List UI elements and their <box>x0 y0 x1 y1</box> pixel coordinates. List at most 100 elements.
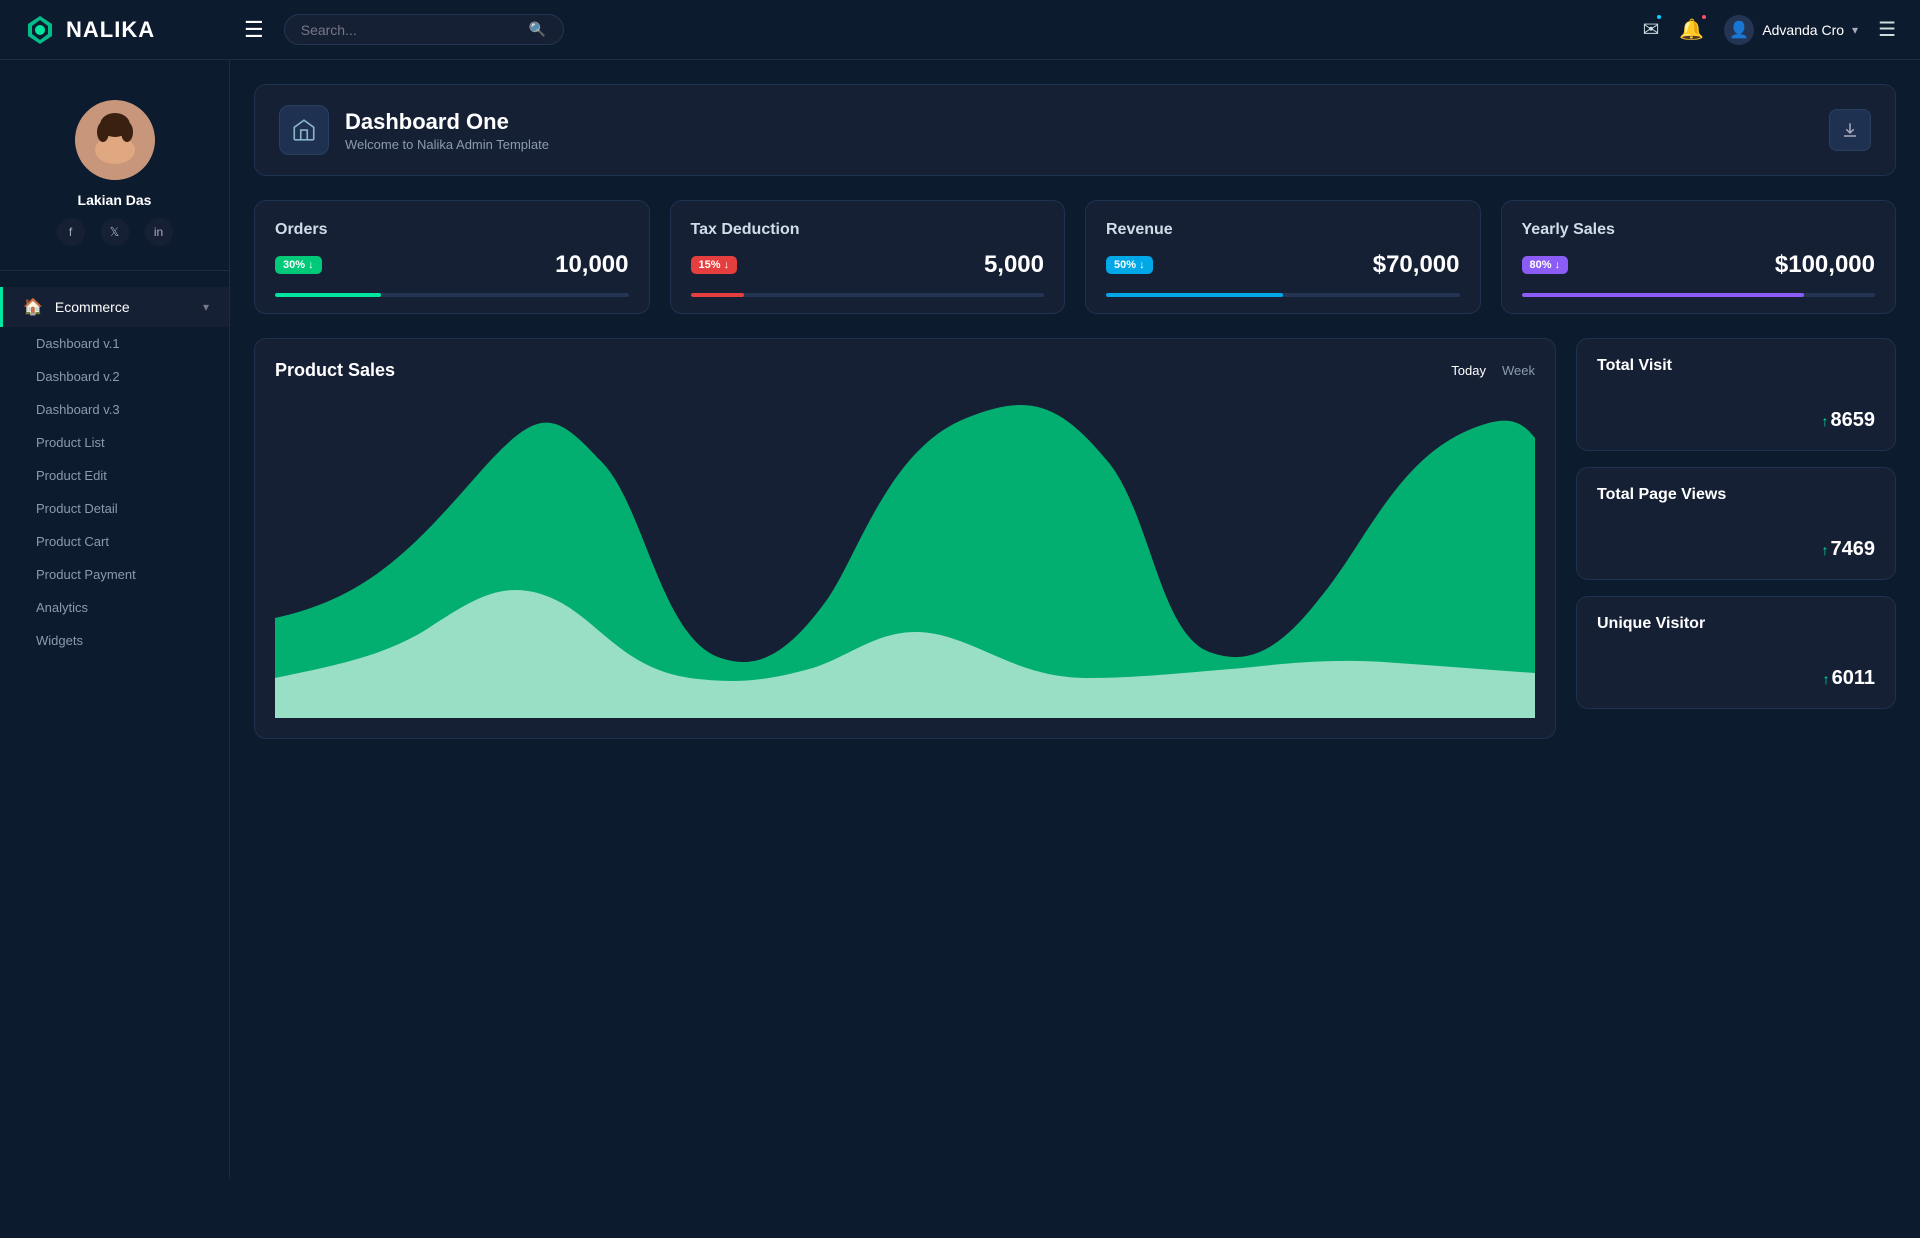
menu-lines-icon[interactable]: ☰ <box>1878 17 1896 42</box>
metric-card-header: Total Visit <box>1597 357 1875 375</box>
metric-arrow: ↑ <box>1822 413 1829 429</box>
sidebar-item-analytics[interactable]: Analytics <box>0 591 229 624</box>
mini-bars <box>1597 387 1627 432</box>
stat-bar-track <box>275 293 629 297</box>
stat-card-row: 50% ↓ $70,000 <box>1106 251 1460 279</box>
stat-bar-fill <box>1106 293 1283 297</box>
metric-arrow: ↑ <box>1822 542 1829 558</box>
metric-title: Unique Visitor <box>1597 615 1705 633</box>
stat-badge: 50% ↓ <box>1106 256 1153 274</box>
chart-card: Product Sales Today Week <box>254 338 1556 739</box>
sidebar-item-label: Ecommerce <box>55 299 203 315</box>
sidebar-item-dashboard-v3[interactable]: Dashboard v.3 <box>0 393 229 426</box>
sidebar-item-ecommerce[interactable]: 🏠 Ecommerce ▾ <box>0 287 229 327</box>
sidebar-user-name: Lakian Das <box>20 192 209 208</box>
header-text: Dashboard One Welcome to Nalika Admin Te… <box>345 109 549 152</box>
stat-value: $70,000 <box>1373 251 1460 279</box>
stat-bar-fill <box>1522 293 1805 297</box>
social-icons: f 𝕏 in <box>20 218 209 246</box>
tab-week[interactable]: Week <box>1502 359 1535 382</box>
metric-card-header: Unique Visitor <box>1597 615 1875 633</box>
user-profile: Lakian Das f 𝕏 in <box>0 84 229 271</box>
sidebar-sub-label: Dashboard v.1 <box>36 336 120 351</box>
stat-bar-fill <box>691 293 744 297</box>
stat-card-0: Orders 30% ↓ 10,000 <box>254 200 650 314</box>
sidebar-item-product-list[interactable]: Product List <box>0 426 229 459</box>
stat-cards: Orders 30% ↓ 10,000 Tax Deduction 15% ↓ … <box>254 200 1896 314</box>
sidebar-sub-label: Product Cart <box>36 534 109 549</box>
stat-value: 10,000 <box>555 251 628 279</box>
metric-title: Total Visit <box>1597 357 1672 375</box>
sidebar-item-product-payment[interactable]: Product Payment <box>0 558 229 591</box>
stat-badge: 15% ↓ <box>691 256 738 274</box>
chart-tabs: Today Week <box>1451 359 1535 382</box>
search-icon: 🔍 <box>529 21 546 38</box>
logo-icon <box>24 14 56 46</box>
sidebar-item-product-edit[interactable]: Product Edit <box>0 459 229 492</box>
user-menu[interactable]: 👤 Advanda Cro ▾ <box>1724 15 1858 45</box>
bottom-row: Product Sales Today Week <box>254 338 1896 739</box>
notification-badge <box>1700 13 1708 21</box>
nav-right: ✉ 🔔 👤 Advanda Cro ▾ ☰ <box>1643 15 1896 45</box>
mail-badge <box>1655 13 1663 21</box>
facebook-icon[interactable]: f <box>57 218 85 246</box>
stat-badge: 80% ↓ <box>1522 256 1569 274</box>
header-icon-box <box>279 105 329 155</box>
page-header-left: Dashboard One Welcome to Nalika Admin Te… <box>279 105 549 155</box>
logo: NALIKA <box>24 14 244 46</box>
metric-value: ↑6011 <box>1823 667 1875 690</box>
stat-card-3: Yearly Sales 80% ↓ $100,000 <box>1501 200 1897 314</box>
nav-section: 🏠 Ecommerce ▾ Dashboard v.1 Dashboard v.… <box>0 271 229 673</box>
page-header: Dashboard One Welcome to Nalika Admin Te… <box>254 84 1896 176</box>
sidebar-sub-label: Dashboard v.2 <box>36 369 120 384</box>
stat-bar-track <box>691 293 1045 297</box>
search-input[interactable] <box>301 22 521 38</box>
right-panel: Total Visit ↑8659 Total Page Views ↑7469… <box>1576 338 1896 739</box>
notification-button[interactable]: 🔔 <box>1679 17 1704 42</box>
metric-card-1: Total Page Views ↑7469 <box>1576 467 1896 580</box>
sidebar-item-product-cart[interactable]: Product Cart <box>0 525 229 558</box>
sidebar-sub-label: Product Payment <box>36 567 136 582</box>
metric-value: ↑8659 <box>1822 409 1876 432</box>
avatar-image <box>75 100 155 180</box>
sidebar-item-dashboard-v2[interactable]: Dashboard v.2 <box>0 360 229 393</box>
tab-today[interactable]: Today <box>1451 359 1486 382</box>
sidebar-item-product-detail[interactable]: Product Detail <box>0 492 229 525</box>
stat-card-title: Yearly Sales <box>1522 221 1876 239</box>
sidebar-sub-label: Analytics <box>36 600 88 615</box>
metric-card-2: Unique Visitor ↑6011 <box>1576 596 1896 709</box>
sidebar-item-dashboard-v1[interactable]: Dashboard v.1 <box>0 327 229 360</box>
header-title: Dashboard One <box>345 109 549 135</box>
stat-card-row: 30% ↓ 10,000 <box>275 251 629 279</box>
header-subtitle: Welcome to Nalika Admin Template <box>345 137 549 152</box>
metric-title: Total Page Views <box>1597 486 1726 504</box>
chevron-down-icon: ▾ <box>1852 23 1858 37</box>
stat-value: 5,000 <box>984 251 1044 279</box>
stat-card-title: Revenue <box>1106 221 1460 239</box>
sidebar-sub-label: Product Edit <box>36 468 107 483</box>
sidebar-sub-label: Product Detail <box>36 501 118 516</box>
mini-bars <box>1597 645 1627 690</box>
download-button[interactable] <box>1829 109 1871 151</box>
app-name: NALIKA <box>66 17 155 43</box>
metric-arrow: ↑ <box>1823 671 1830 687</box>
stat-card-title: Tax Deduction <box>691 221 1045 239</box>
hamburger-button[interactable]: ☰ <box>244 17 264 43</box>
sidebar-item-widgets[interactable]: Widgets <box>0 624 229 657</box>
stat-value: $100,000 <box>1775 251 1875 279</box>
sidebar: Lakian Das f 𝕏 in 🏠 Ecommerce ▾ Dashboar… <box>0 60 230 1178</box>
search-bar[interactable]: 🔍 <box>284 14 564 45</box>
chart-area <box>275 398 1535 718</box>
mini-bars <box>1597 516 1627 561</box>
stat-badge: 30% ↓ <box>275 256 322 274</box>
metric-card-header: Total Page Views <box>1597 486 1875 504</box>
metric-card-0: Total Visit ↑8659 <box>1576 338 1896 451</box>
home-icon: 🏠 <box>23 297 43 317</box>
stat-bar-fill <box>275 293 381 297</box>
twitter-icon[interactable]: 𝕏 <box>101 218 129 246</box>
main-content: Dashboard One Welcome to Nalika Admin Te… <box>230 60 1920 1178</box>
mail-button[interactable]: ✉ <box>1643 17 1660 42</box>
linkedin-icon[interactable]: in <box>145 218 173 246</box>
chart-svg <box>275 398 1535 718</box>
stat-bar-track <box>1106 293 1460 297</box>
